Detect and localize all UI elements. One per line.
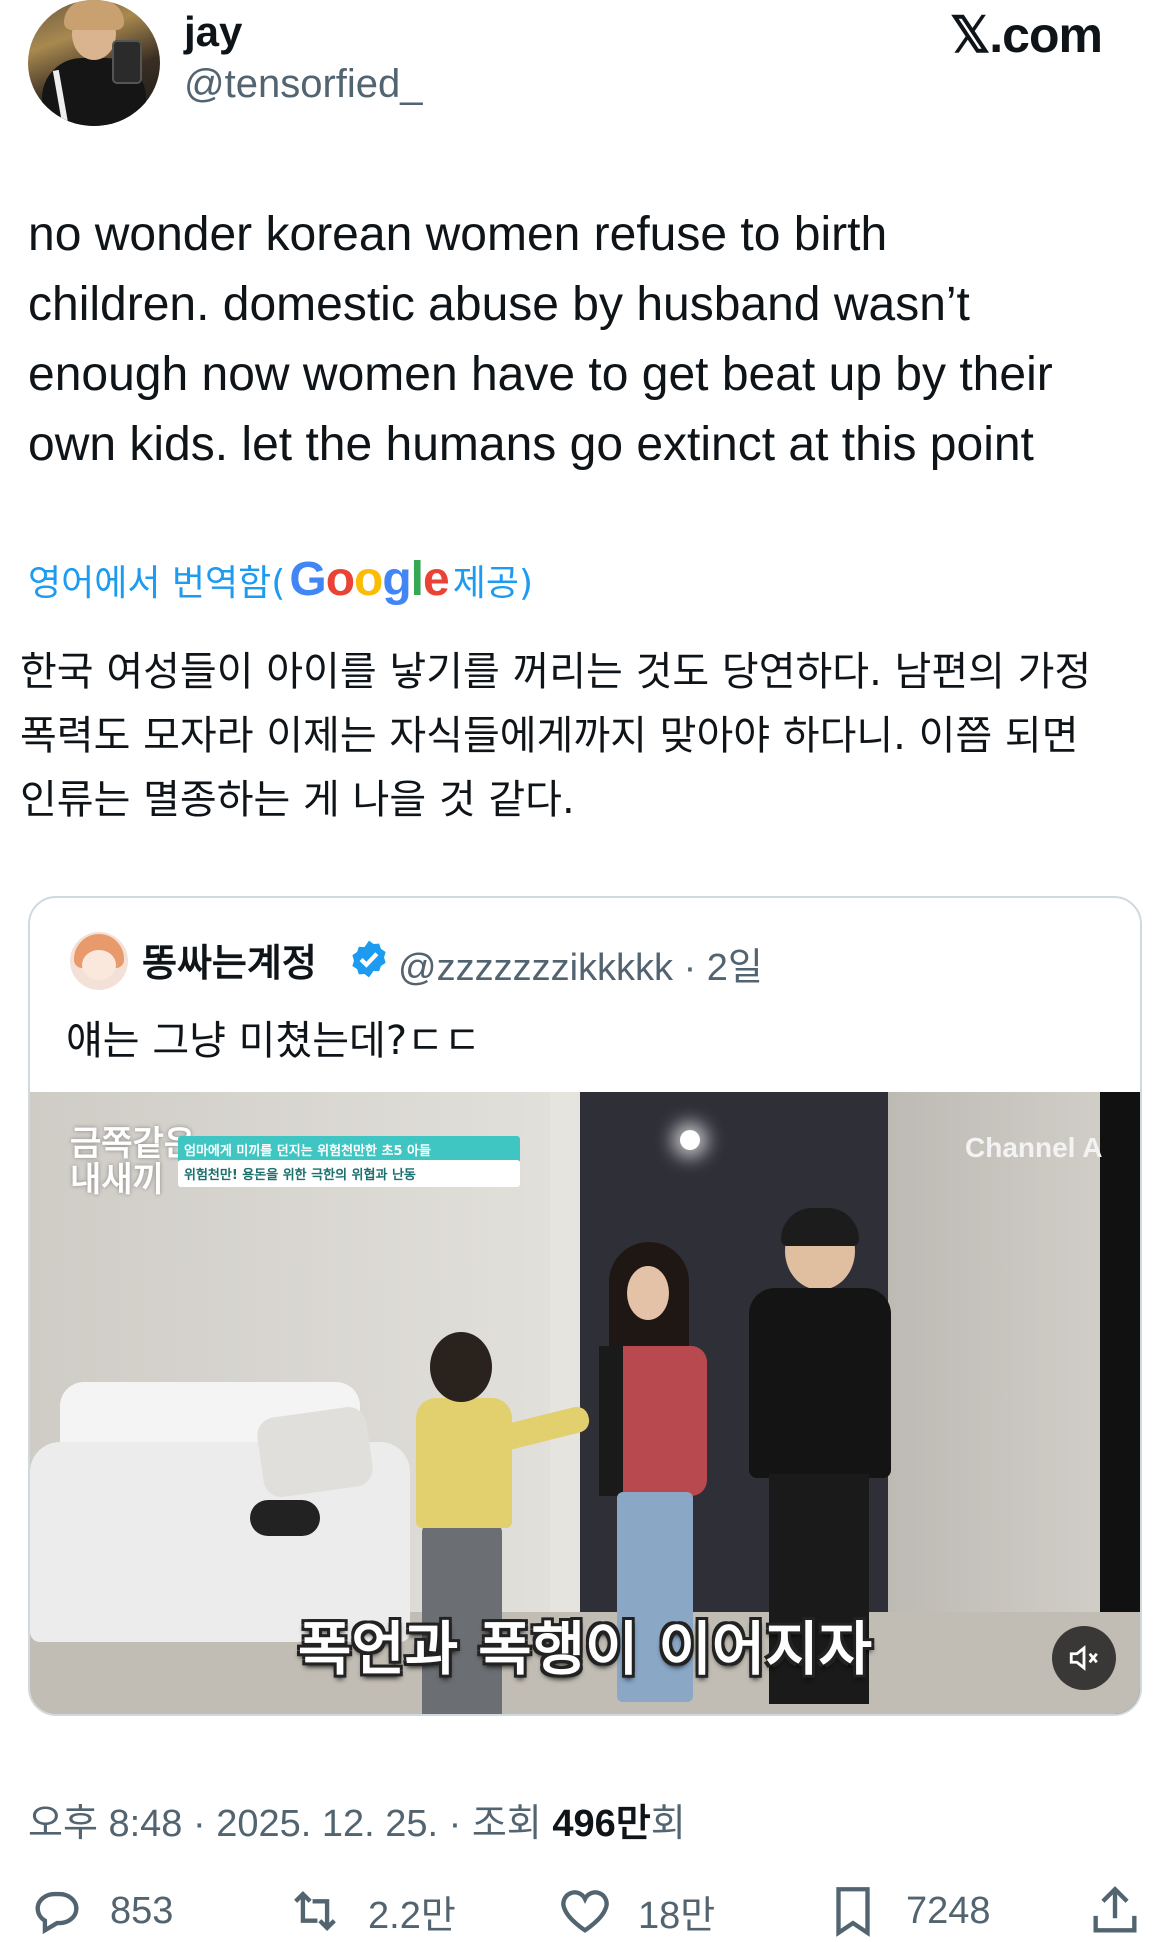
quoted-handle-time[interactable]: @zzzzzzzikkkkk · 2일: [398, 936, 763, 991]
bookmark-icon: [836, 1887, 870, 1937]
like-button[interactable]: 18만: [556, 1882, 715, 1940]
translate-label: 영어에서 번역함(: [28, 562, 286, 604]
channel-watermark: Channel A: [965, 1132, 1103, 1163]
mute-button[interactable]: [1052, 1626, 1116, 1690]
speaker-muted-icon: [1069, 1645, 1098, 1671]
google-logo: Google: [289, 553, 449, 606]
view-suffix: 회: [650, 1803, 686, 1845]
reply-button[interactable]: 853: [28, 1882, 173, 1940]
view-count: 496만: [552, 1803, 651, 1845]
author-display-name[interactable]: jay: [184, 8, 242, 56]
action-bar: 853 2.2만 18만 7248: [0, 1882, 1170, 1942]
quoted-author-avatar[interactable]: [70, 932, 128, 990]
author-avatar[interactable]: [28, 0, 160, 126]
post-text: no wonder korean women refuse to birth c…: [28, 208, 1053, 471]
video-caption-line2: 위험천만! 용돈을 위한 극한의 위협과 난동: [178, 1160, 520, 1187]
quoted-author-name[interactable]: 똥싸는계정: [142, 932, 317, 987]
quoted-post-card[interactable]: 똥싸는계정 @zzzzzzzikkkkk · 2일 얘는 그냥 미쳤는데?ㄷㄷ …: [28, 896, 1142, 1716]
post-meta: 오후 8:48 · 2025. 12. 25. · 조회 496만회: [28, 1792, 686, 1847]
author-handle[interactable]: @tensorfied_: [184, 62, 423, 107]
x-com-logo: 𝕏.com: [950, 7, 1103, 63]
heart-icon: [561, 1890, 609, 1933]
reply-icon: [35, 1891, 79, 1935]
translate-suffix: 제공): [452, 562, 534, 604]
translated-text: 한국 여성들이 아이를 낳기를 꺼리는 것도 당연하다. 남편의 가정 폭력도 …: [20, 649, 1092, 823]
repost-button[interactable]: 2.2만: [286, 1882, 456, 1940]
verified-badge-icon: [352, 940, 386, 978]
video-subtitle: 폭언과 폭행이 이어지자: [298, 1615, 872, 1683]
bookmark-button[interactable]: 7248: [824, 1882, 991, 1940]
show-logo: 금쪽같은 내새끼: [70, 1124, 196, 1200]
quoted-post-text: 얘는 그냥 미쳤는데?ㄷㄷ: [66, 1018, 481, 1064]
video-caption-line1: 엄마에게 미끼를 던지는 위험천만한 초5 아들: [178, 1136, 520, 1163]
video-player[interactable]: 금쪽같은 내새끼 엄마에게 미끼를 던지는 위험천만한 초5 아들 위험천만! …: [30, 1092, 1140, 1714]
share-icon: [1093, 1886, 1137, 1933]
share-button[interactable]: [1086, 1882, 1168, 1940]
repost-icon: [294, 1891, 336, 1931]
timestamp[interactable]: 오후 8:48 · 2025. 12. 25. · 조회: [28, 1803, 552, 1845]
translation-attribution[interactable]: 영어에서 번역함( Google 제공): [28, 552, 533, 607]
cat-on-sofa: [250, 1500, 320, 1536]
